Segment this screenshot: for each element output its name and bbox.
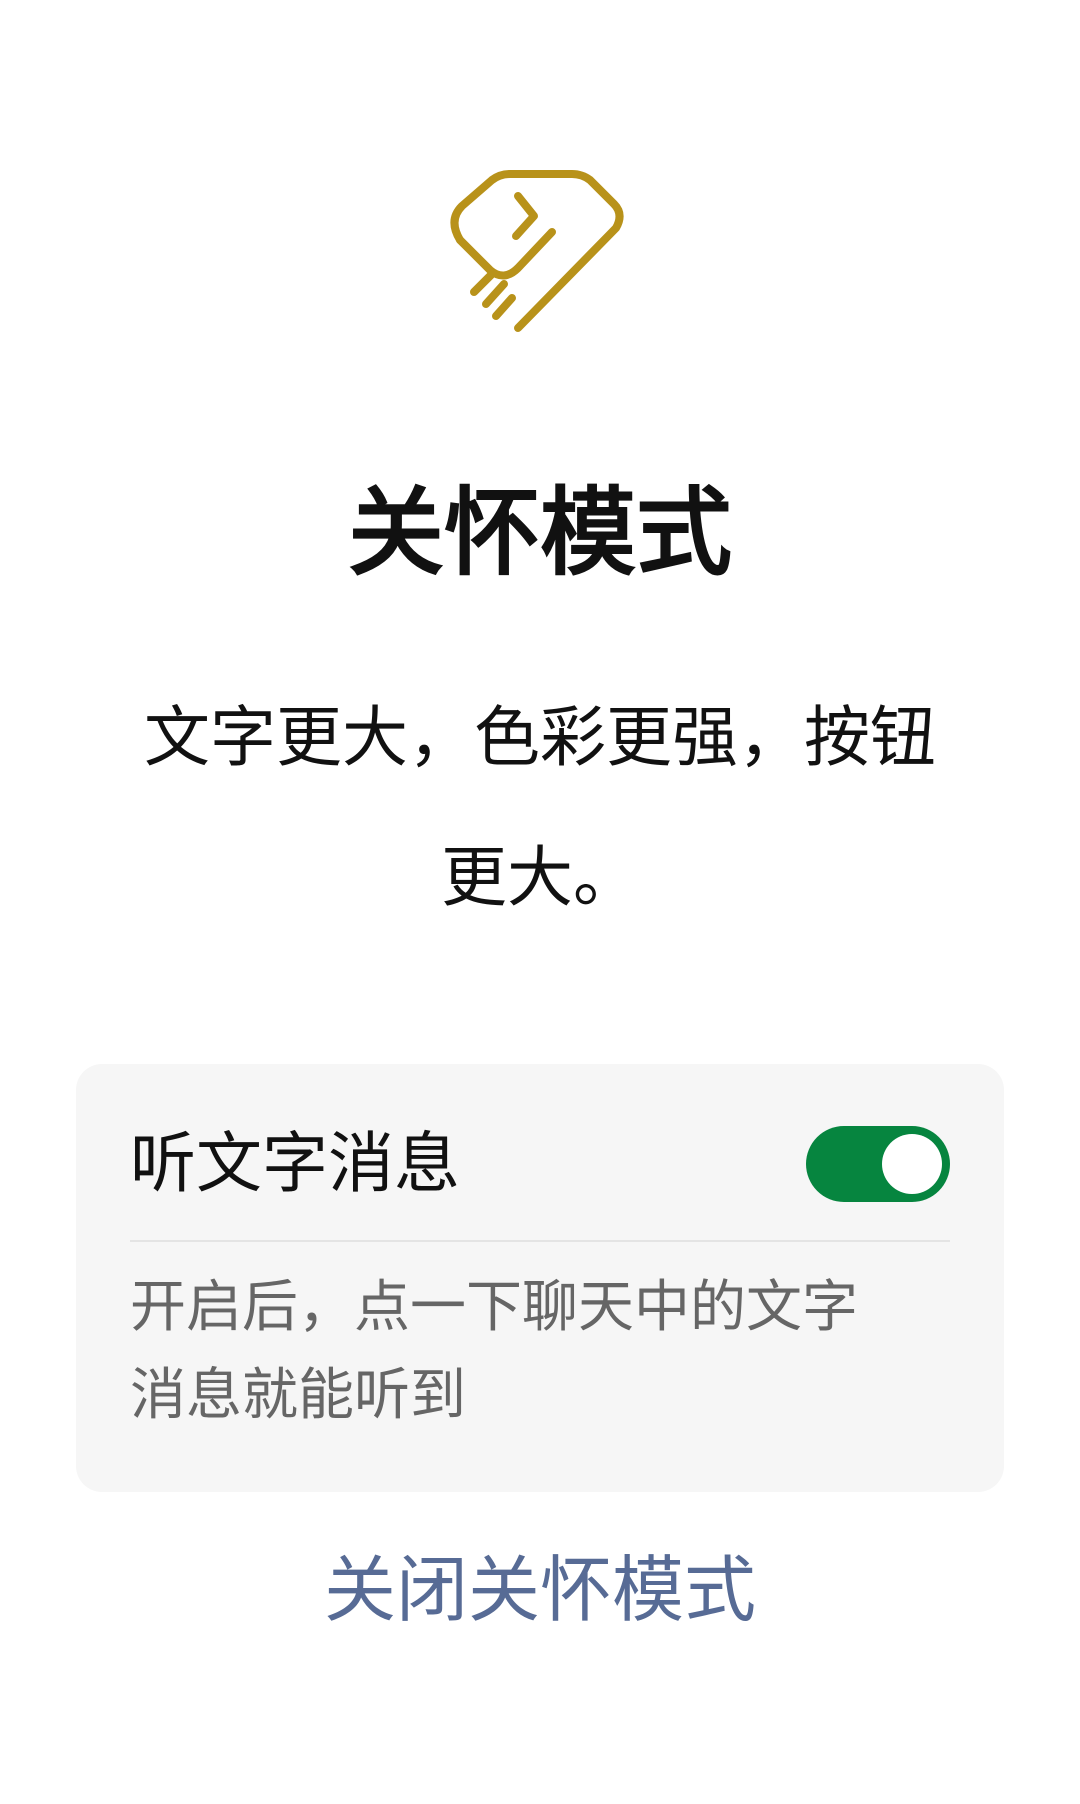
listen-text-card: 听文字消息 开启后，点一下聊天中的文字 消息就能听到 [76, 1064, 1004, 1492]
listen-text-note-line2: 消息就能听到 [130, 1363, 466, 1428]
listen-text-note: 开启后，点一下聊天中的文字 消息就能听到 [130, 1264, 930, 1440]
toggle-knob [882, 1134, 942, 1194]
mode-description: 文字更大，色彩更强，按钮 更大。 [100, 668, 980, 948]
page-title: 关怀模式 [348, 477, 732, 589]
listen-text-note-line1: 开启后，点一下聊天中的文字 [130, 1275, 858, 1340]
listen-text-label: 听文字消息 [130, 1125, 460, 1202]
close-care-mode-link[interactable]: 关闭关怀模式 [0, 1540, 1080, 1640]
listen-text-row: 听文字消息 [130, 1114, 950, 1214]
listen-text-toggle[interactable] [806, 1126, 950, 1202]
card-divider [130, 1240, 950, 1242]
heart-hand-icon [450, 170, 624, 332]
mode-description-line2: 更大。 [441, 839, 639, 916]
mode-description-line1: 文字更大，色彩更强，按钮 [144, 699, 936, 776]
